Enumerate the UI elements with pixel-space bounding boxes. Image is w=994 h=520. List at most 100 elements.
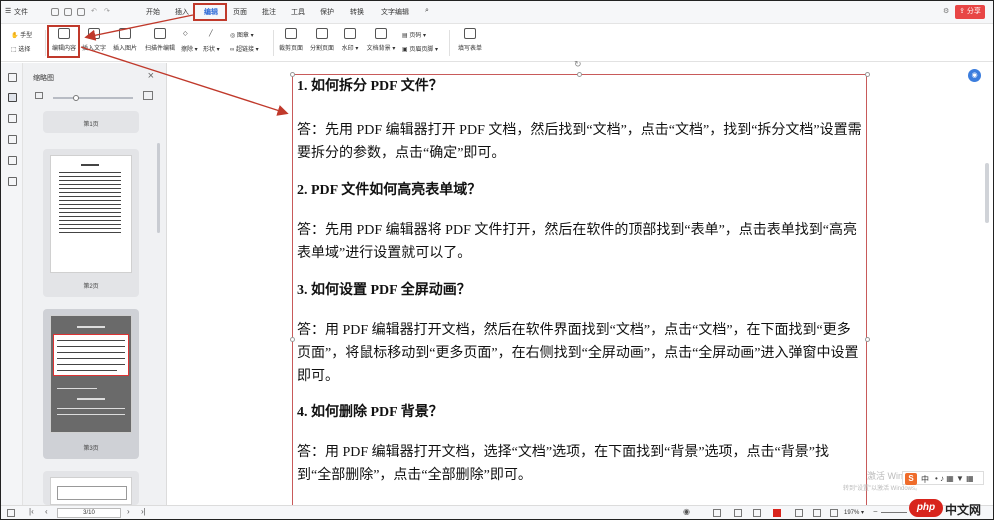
next-page-icon[interactable]: › [127,507,130,516]
php-logo: php 中文网 [909,499,989,517]
layers-icon[interactable] [8,177,17,186]
eraser-icon[interactable]: ◇ [183,30,188,37]
tab-insert[interactable]: 插入 [175,7,189,17]
php-logo-text: 中文网 [945,503,982,517]
prev-page-icon[interactable]: ‹ [45,507,48,516]
shape-button[interactable]: 形状 ▾ [203,44,220,53]
fit-width-icon[interactable] [813,509,821,517]
zoom-in-thumb-icon[interactable] [143,91,153,100]
close-icon[interactable]: × [148,70,154,82]
assistant-icon[interactable]: ◉ [968,69,981,82]
document-scrollbar[interactable] [985,163,989,223]
crop-icon [285,28,297,39]
thumbnail-panel: 缩略图 × 第1页 第2页 第3页 [23,63,167,505]
doc-background-button[interactable]: 文档背景 ▾ [365,28,397,52]
resize-handle[interactable] [290,72,295,77]
thumbnail-scrollbar[interactable] [157,143,160,233]
thumbnail-page-3[interactable]: 第3页 [43,309,139,459]
comment-icon[interactable] [8,114,17,123]
scan-icon [154,28,166,39]
redo-icon[interactable]: ↷ [104,7,110,15]
resize-handle[interactable] [290,337,295,342]
hyperlink-button[interactable]: ∞ 超链接 ▾ [230,44,259,53]
insert-text-button[interactable]: 插入文字 [81,28,107,52]
resize-handle[interactable] [865,337,870,342]
fit-page-icon[interactable] [795,509,803,517]
zoom-level[interactable]: 197% ▾ [844,509,864,516]
background-icon [375,28,387,39]
thumbnail-page-4[interactable] [43,471,139,505]
divider [449,30,450,56]
rotate-handle-icon[interactable]: ↻ [574,59,582,70]
tab-start[interactable]: 开始 [146,7,160,17]
file-menu[interactable]: 文件 [14,7,28,17]
thumbnail-page-1[interactable]: 第1页 [43,111,139,133]
document-content[interactable]: 1. 如何拆分 PDF 文件？ 答：先用 PDF 编辑器打开 PDF 文档，然后… [297,77,863,487]
signature-icon[interactable] [8,156,17,165]
tab-text-edit[interactable]: 文字编辑 [381,7,409,17]
ime-toolbar[interactable]: S 中 • ♪ ▦ ▼ ▦ [902,471,984,485]
single-page-icon[interactable] [713,509,721,517]
zoom-out-thumb-icon[interactable] [35,92,43,99]
sogou-icon[interactable]: S [905,473,917,485]
zoom-slider[interactable] [881,512,907,513]
image-icon [119,28,131,39]
page-number-input[interactable]: 3/10 [57,508,121,518]
ime-tools-icon[interactable]: • ♪ ▦ ▼ ▦ [935,474,974,483]
page-number-button[interactable]: ▤ 页码 ▾ [402,30,426,39]
section-heading: 1. 如何拆分 PDF 文件？ [297,79,443,94]
attachment-icon[interactable] [8,135,17,144]
panel-title: 缩略图 [33,75,54,82]
header-footer-button[interactable]: ▣ 页眉页脚 ▾ [402,44,438,53]
erase-button[interactable]: 擦除 ▾ [181,44,198,53]
split-page-button[interactable]: 分割页面 [309,28,335,52]
last-page-icon[interactable]: ›| [141,507,146,516]
tab-protect[interactable]: 保护 [320,7,334,17]
tab-tools[interactable]: 工具 [291,7,305,17]
tab-annotate[interactable]: 批注 [262,7,276,17]
hand-tool[interactable]: ✋ 手型 [11,30,32,39]
resize-handle[interactable] [865,72,870,77]
slider-knob[interactable] [73,95,79,101]
tab-page[interactable]: 页面 [233,7,247,17]
section-answer: 答：先用 PDF 编辑器将 PDF 文件打开，然后在软件的顶部找到“表单”，点击… [297,223,858,261]
search-icon[interactable]: ⌕ [425,7,429,15]
folder-icon[interactable] [51,8,59,16]
thumbnail-page-2[interactable]: 第2页 [43,149,139,297]
select-tool[interactable]: ⬚ 选择 [11,44,30,53]
print-icon[interactable] [77,8,85,16]
settings-icon[interactable]: ⚙ [943,7,949,15]
share-button[interactable]: ⇪ 分享 [955,5,985,19]
ime-mode[interactable]: 中 [921,474,929,485]
hamburger-icon[interactable]: ☰ [5,7,11,15]
two-page-icon[interactable] [753,509,761,517]
thumbnail-size-slider[interactable] [53,95,133,101]
thumbnail-icon[interactable] [8,93,17,102]
tab-convert[interactable]: 转换 [350,7,364,17]
play-icon[interactable] [773,509,781,517]
crop-page-button[interactable]: 裁剪页面 [278,28,304,52]
section-answer: 答：用 PDF 编辑器打开文档，选择“文档”选项，在下面找到“背景”选项，点击“… [297,445,829,483]
watermark-button[interactable]: 水印 ▾ [339,28,361,52]
undo-icon[interactable]: ↶ [91,7,97,15]
save-icon[interactable] [64,8,72,16]
ribbon-toolbar: ✋ 手型 ⬚ 选择 编辑内容 插入文字 插入图片 扫描件编辑 ◇ 擦除 ▾ ╱ … [1,24,993,62]
bookmark-icon[interactable] [8,73,17,82]
continuous-icon[interactable] [734,509,742,517]
fill-form-button[interactable]: 填写表单 [456,28,484,52]
actual-size-icon[interactable] [830,509,838,517]
scan-edit-button[interactable]: 扫描件编辑 [142,28,178,52]
document-view: ↻ 1. 如何拆分 PDF 文件？ 答：先用 PDF 编辑器打开 PDF 文档，… [168,59,993,514]
zoom-out-icon[interactable]: − [873,507,878,516]
page-label: 第1页 [83,122,99,128]
status-bar: |‹ ‹ 3/10 › ›| ◉ 197% ▾ − [1,505,993,519]
page-preview [50,477,132,505]
sidebar-toggle-icon[interactable] [7,509,15,517]
divider [273,30,274,56]
line-icon[interactable]: ╱ [209,30,213,37]
eye-icon[interactable]: ◉ [683,507,690,516]
insert-image-button[interactable]: 插入图片 [112,28,138,52]
first-page-icon[interactable]: |‹ [29,507,34,516]
stamp-button[interactable]: ◎ 图章 ▾ [230,30,254,39]
text-icon [88,28,100,39]
